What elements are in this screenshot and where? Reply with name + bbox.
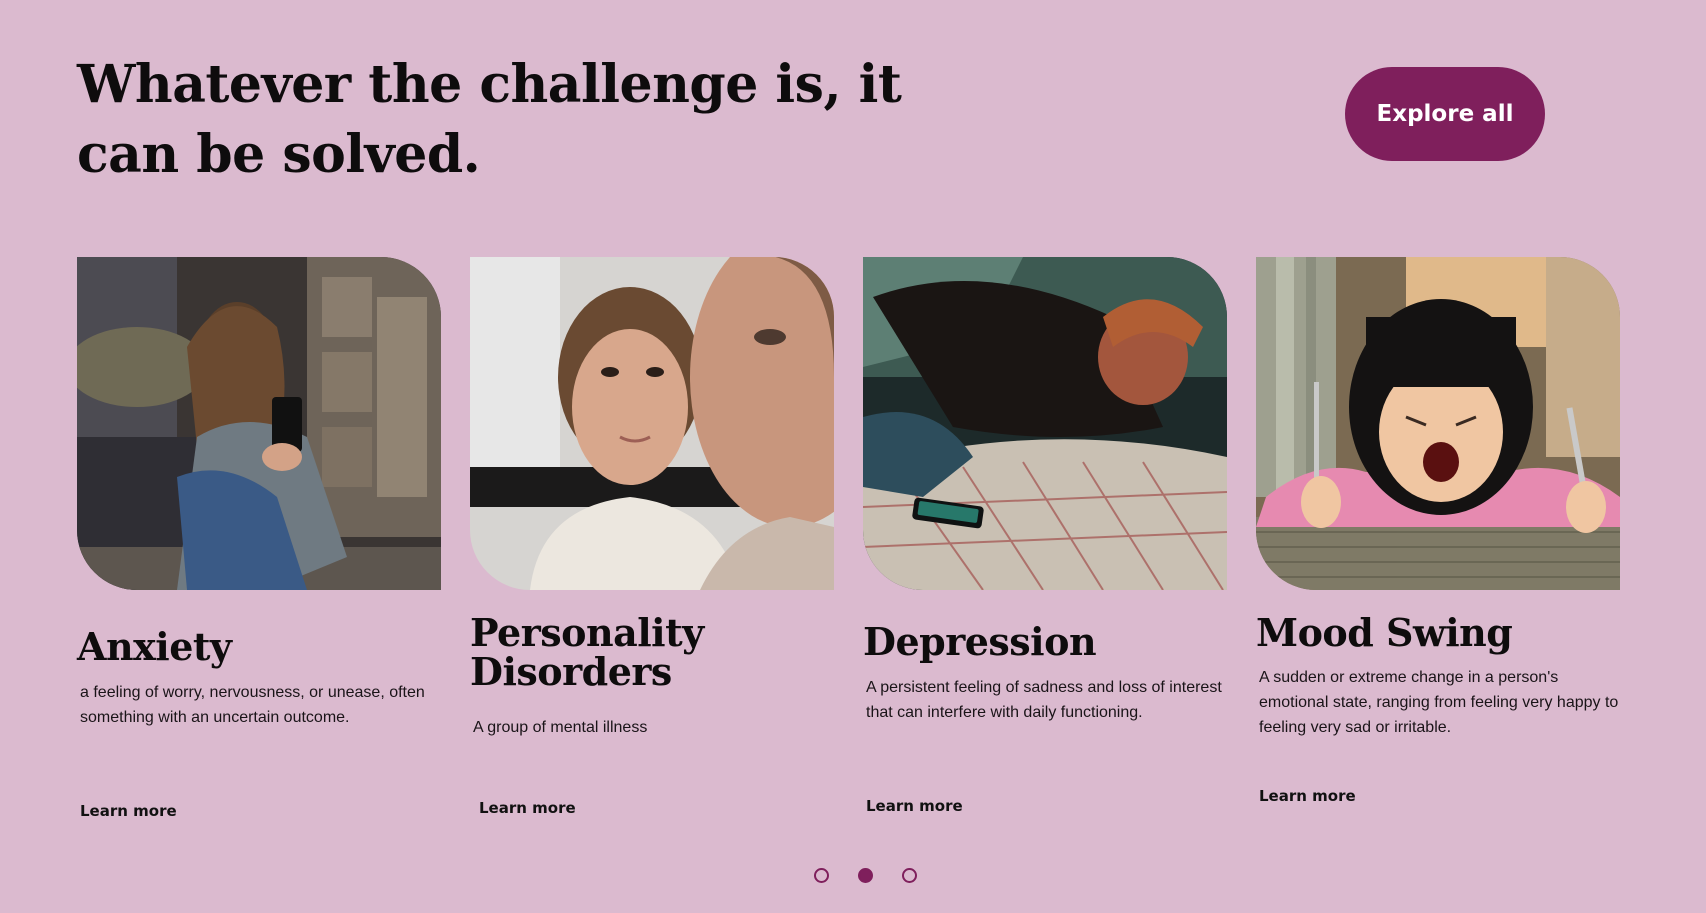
carousel-dot-2[interactable] — [858, 868, 873, 883]
explore-all-button[interactable]: Explore all — [1345, 67, 1545, 161]
card-description: A group of mental illness — [473, 719, 648, 736]
page-headline: Whatever the challenge is, it can be sol… — [77, 54, 902, 185]
carousel-dot-3[interactable] — [902, 868, 917, 883]
learn-more-link[interactable]: Learn more — [866, 797, 963, 815]
card-image-personality-disorders — [470, 257, 834, 590]
card-image-depression — [863, 257, 1227, 590]
card-description: A sudden or extreme change in a person's… — [1259, 669, 1619, 736]
card-image-anxiety — [77, 257, 441, 590]
card-image-mood-swing — [1256, 257, 1620, 590]
card-description: A persistent feeling of sadness and loss… — [866, 679, 1222, 721]
card-mood-swing: Mood Swing A sudden or extreme change in… — [1256, 257, 1620, 837]
card-title: Anxiety — [77, 624, 232, 669]
learn-more-link[interactable]: Learn more — [1259, 787, 1356, 805]
card-anxiety: Anxiety a feeling of worry, nervousness,… — [77, 257, 441, 837]
card-title: Personality Disorders — [470, 610, 704, 694]
card-description: a feeling of worry, nervousness, or unea… — [80, 684, 425, 726]
learn-more-link[interactable]: Learn more — [80, 802, 177, 820]
learn-more-link[interactable]: Learn more — [479, 799, 576, 817]
card-title: Depression — [863, 619, 1097, 664]
card-title: Mood Swing — [1256, 610, 1513, 655]
card-depression: Depression A persistent feeling of sadne… — [863, 257, 1227, 837]
carousel-pagination — [814, 868, 917, 883]
card-personality-disorders: Personality Disorders A group of mental … — [470, 257, 834, 837]
carousel-dot-1[interactable] — [814, 868, 829, 883]
